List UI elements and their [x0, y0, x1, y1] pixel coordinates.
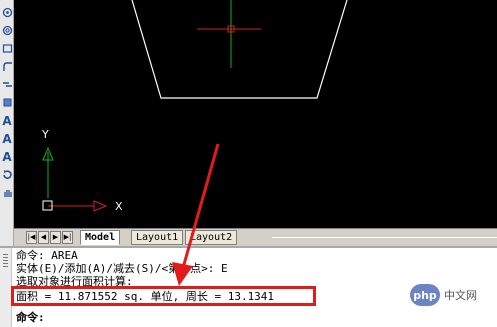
refresh-icon[interactable]	[0, 166, 14, 183]
prev-tab-icon[interactable]: ◀	[38, 231, 49, 244]
first-tab-icon[interactable]: |◀	[26, 231, 37, 244]
rotate-icon[interactable]	[0, 22, 14, 39]
block-icon[interactable]	[0, 94, 14, 111]
join-icon[interactable]	[0, 76, 14, 93]
drawing-canvas[interactable]: Y X	[14, 0, 497, 228]
tab-model[interactable]: Model	[80, 230, 121, 245]
hatch-icon[interactable]: A	[0, 112, 14, 129]
pan-icon[interactable]	[0, 184, 14, 201]
move-icon[interactable]	[0, 4, 14, 21]
command-prompt[interactable]: 命令:	[16, 311, 45, 324]
result-highlight-box	[11, 286, 316, 306]
mtext-icon[interactable]: A	[0, 148, 14, 165]
grip-line	[3, 266, 8, 267]
grip-line	[3, 260, 8, 261]
tab-layout1[interactable]: Layout1	[131, 230, 184, 245]
trapezoid-shape[interactable]	[131, 0, 348, 99]
ucs-x-arrowhead	[93, 200, 108, 212]
left-toolbar: AAA	[0, 0, 14, 246]
layout-tabs-bar: |◀ ◀ ▶ ▶| Model Layout1 Layout2	[14, 228, 497, 246]
text-icon[interactable]: A	[0, 130, 14, 147]
ucs-x-label: X	[115, 200, 123, 213]
tabs-scroll-track	[272, 237, 497, 238]
php-site-name: 中文网	[444, 289, 477, 302]
grip-line	[3, 257, 8, 258]
php-logo: php	[410, 284, 440, 306]
stretch-icon[interactable]	[0, 40, 14, 57]
grip-line	[3, 254, 8, 255]
command-history-line: 命令: AREA	[16, 249, 78, 262]
tab-layout2[interactable]: Layout2	[185, 230, 238, 245]
fillet-icon[interactable]	[0, 58, 14, 75]
command-history-line: 实体(E)/添加(A)/减去(S)/<第一点>: E	[16, 262, 228, 275]
next-tab-icon[interactable]: ▶	[50, 231, 61, 244]
grip-line	[3, 263, 8, 264]
last-tab-icon[interactable]: ▶|	[62, 231, 73, 244]
ucs-y-label: Y	[41, 128, 49, 141]
